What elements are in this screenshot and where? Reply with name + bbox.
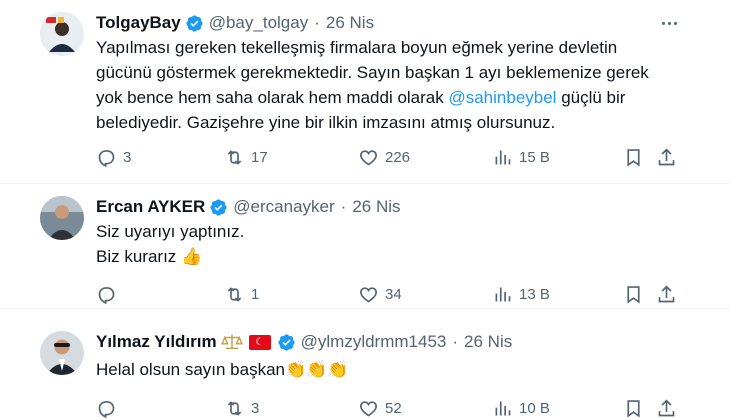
tweet-header: Ercan AYKER @ercanayker · 26 Nis: [96, 196, 401, 218]
tweet-header: TolgayBay @bay_tolgay · 26 Nis: [96, 12, 374, 34]
user-handle[interactable]: @ylmzyldrmm1453: [301, 332, 447, 352]
tweet-actions: 3 52 10 B: [96, 396, 676, 420]
retweet-count: 3: [251, 399, 260, 417]
views-button[interactable]: 13 B: [492, 282, 550, 306]
bookmark-button[interactable]: [623, 282, 644, 306]
bookmark-button[interactable]: [623, 145, 644, 169]
share-button[interactable]: [656, 282, 677, 306]
verified-badge-icon: [185, 14, 204, 33]
tweet-text-segment: yok bence hem saha olarak hem maddi olar…: [96, 88, 449, 107]
bookmark-icon: [627, 285, 640, 304]
retweet-icon: [227, 400, 242, 416]
view-count: 10 B: [519, 399, 550, 417]
like-count: 52: [385, 399, 402, 417]
reply-button[interactable]: 3: [96, 145, 131, 169]
verified-badge-icon: [209, 198, 228, 217]
bar-chart-icon: [495, 150, 511, 164]
tweet[interactable]: Ercan AYKER @ercanayker · 26 Nis Siz uya…: [0, 184, 730, 308]
tweet-header: Yılmaz Yıldırım ☾ @ylmzyldrmm1453 · 26 N…: [96, 331, 512, 353]
tweet-date[interactable]: 26 Nis: [464, 332, 512, 352]
avatar[interactable]: [40, 196, 84, 240]
tweet-text: Yapılması gereken tekelleşmiş firmalara …: [96, 35, 696, 135]
tweet-text-line: yok bence hem saha olarak hem maddi olar…: [96, 85, 696, 110]
speech-bubble-icon: [98, 400, 115, 418]
bar-chart-icon: [495, 287, 511, 301]
retweet-count: 1: [251, 285, 260, 303]
tweet[interactable]: Yılmaz Yıldırım ☾ @ylmzyldrmm1453 · 26 N…: [0, 309, 730, 420]
bar-chart-icon: [495, 401, 511, 415]
display-name[interactable]: TolgayBay: [96, 13, 181, 33]
user-handle[interactable]: @bay_tolgay: [209, 13, 309, 33]
share-upload-icon: [658, 398, 675, 416]
reply-count: 3: [123, 148, 132, 166]
speech-bubble-icon: [98, 286, 115, 304]
bookmark-button[interactable]: [623, 396, 644, 420]
tweet-text-line: Biz kurarız 👍: [96, 244, 696, 269]
verified-badge-icon: [277, 333, 296, 352]
tweet-actions: 1 34 13 B: [96, 282, 676, 306]
user-handle[interactable]: @ercanayker: [233, 197, 334, 217]
retweet-icon: [227, 286, 242, 302]
share-button[interactable]: [656, 145, 677, 169]
tweet-text-segment: Helal olsun sayın başkan: [96, 360, 286, 379]
tweet-date[interactable]: 26 Nis: [326, 13, 374, 33]
tweet-text-line: belediyedir. Gazişehre yine bir ilkin im…: [96, 113, 556, 132]
like-button[interactable]: 226: [358, 145, 410, 169]
bookmark-icon: [627, 148, 640, 167]
tweet[interactable]: TolgayBay @bay_tolgay · 26 Nis Yapılması…: [0, 0, 730, 183]
tweet-text-line: Siz uyarıyı yaptınız.: [96, 222, 245, 241]
thumbs-up-emoji: 👍: [181, 247, 203, 266]
tweet-text-segment: Biz kurarız: [96, 247, 182, 266]
separator-dot: ·: [340, 197, 347, 216]
tweet-text-line: Helal olsun sayın başkan👏👏👏: [96, 357, 696, 382]
speech-bubble-icon: [98, 149, 115, 167]
turkey-flag-icon: ☾: [248, 334, 271, 350]
tweet-date[interactable]: 26 Nis: [352, 197, 400, 217]
retweet-count: 17: [251, 148, 268, 166]
tweet-text: Helal olsun sayın başkan👏👏👏: [96, 357, 696, 382]
view-count: 13 B: [519, 285, 550, 303]
tweet-text-line: Yapılması gereken tekelleşmiş firmalara …: [96, 38, 618, 57]
share-button[interactable]: [656, 396, 677, 420]
heart-icon: [360, 286, 377, 302]
share-upload-icon: [658, 284, 675, 302]
like-button[interactable]: 52: [358, 396, 402, 420]
retweet-button[interactable]: 3: [224, 396, 259, 420]
display-name[interactable]: Yılmaz Yıldırım: [96, 332, 217, 352]
clapping-hands-emoji: 👏👏👏: [285, 360, 349, 379]
retweet-icon: [227, 149, 242, 165]
bookmark-icon: [627, 399, 640, 418]
views-button[interactable]: 15 B: [492, 145, 550, 169]
tweet-text-segment: güçlü bir: [556, 88, 626, 107]
scales-of-justice-icon: [220, 333, 243, 351]
like-button[interactable]: 34: [358, 282, 402, 306]
tweet-text-line: gücünü göstermek gerekmektedir. Sayın ba…: [96, 63, 649, 82]
heart-icon: [360, 149, 377, 165]
views-button[interactable]: 10 B: [492, 396, 550, 420]
avatar[interactable]: [40, 331, 84, 375]
mention-link[interactable]: @sahinbeybel: [448, 88, 556, 107]
separator-dot: ·: [314, 13, 320, 32]
tweet-actions: 3 17 226 15 B: [96, 145, 676, 169]
more-dots-icon[interactable]: [658, 12, 680, 34]
reply-button[interactable]: [96, 396, 123, 420]
tweet-text: Siz uyarıyı yaptınız. Biz kurarız 👍: [96, 219, 696, 269]
heart-icon: [360, 400, 377, 416]
retweet-button[interactable]: 17: [224, 145, 268, 169]
view-count: 15 B: [519, 148, 550, 166]
like-count: 34: [385, 285, 402, 303]
avatar[interactable]: [40, 12, 84, 56]
separator-dot: ·: [452, 332, 459, 351]
retweet-button[interactable]: 1: [224, 282, 259, 306]
like-count: 226: [385, 148, 411, 166]
display-name[interactable]: Ercan AYKER: [96, 197, 205, 217]
reply-button[interactable]: [96, 282, 123, 306]
share-upload-icon: [658, 147, 675, 165]
